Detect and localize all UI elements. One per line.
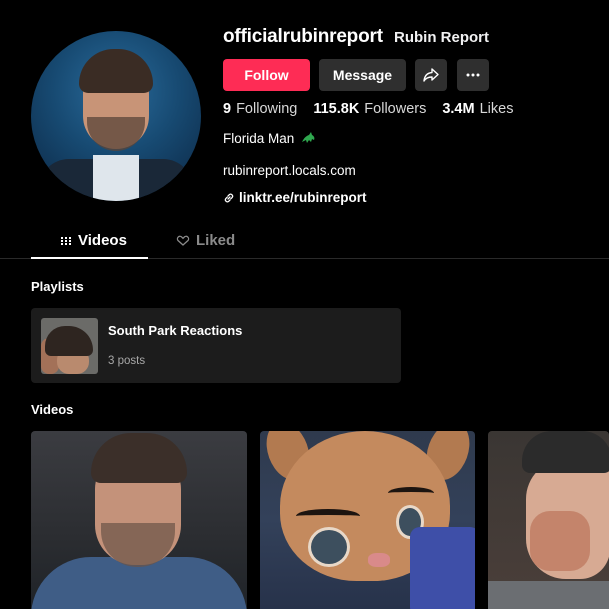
link-text: linktr.ee/rubinreport <box>239 190 367 205</box>
stat-value: 3.4M <box>442 101 475 117</box>
profile-avatar[interactable] <box>31 31 201 201</box>
more-horizontal-icon <box>466 73 480 77</box>
video-thumbnail[interactable] <box>488 431 609 609</box>
stat-value: 115.8K <box>313 101 360 117</box>
stat-followers[interactable]: 115.8K Followers <box>313 101 426 117</box>
stat-likes: 3.4M Likes <box>442 101 513 117</box>
stat-label: Likes <box>479 101 514 117</box>
stat-following[interactable]: 9 Following <box>223 101 297 117</box>
share-icon <box>423 68 439 82</box>
share-button[interactable] <box>415 59 447 91</box>
profile-tabs: Videos Liked <box>0 226 609 259</box>
profile-stats: 9 Following 115.8K Followers 3.4M Likes <box>223 101 529 117</box>
profile-nickname: Rubin Report <box>394 29 489 46</box>
message-button[interactable]: Message <box>319 59 406 91</box>
playlist-card[interactable]: South Park Reactions 3 posts <box>31 308 401 383</box>
active-tab-indicator <box>31 257 148 259</box>
stat-label: Following <box>236 101 298 117</box>
stat-label: Followers <box>364 101 427 117</box>
link-icon <box>224 193 234 202</box>
playlists-heading: Playlists <box>31 279 84 294</box>
tab-videos-label: Videos <box>78 232 127 249</box>
videos-heading: Videos <box>31 402 74 417</box>
more-options-button[interactable] <box>457 59 489 91</box>
profile-username: officialrubinreport <box>223 26 383 47</box>
tab-videos[interactable]: Videos <box>60 232 127 249</box>
tab-liked[interactable]: Liked <box>176 232 235 249</box>
tab-liked-label: Liked <box>196 232 236 249</box>
grid-icon <box>61 236 71 245</box>
follow-button[interactable]: Follow <box>223 59 310 91</box>
bio-text: Florida Man <box>223 130 295 146</box>
stat-value: 9 <box>223 101 232 117</box>
alligator-icon <box>302 132 315 143</box>
video-thumbnail[interactable] <box>31 431 247 609</box>
profile-bio: Florida Man <box>223 130 316 146</box>
profile-website[interactable]: rubinreport.locals.com <box>223 163 356 178</box>
profile-link[interactable]: linktr.ee/rubinreport <box>223 190 367 205</box>
playlist-thumbnail <box>41 318 98 374</box>
heart-lock-icon <box>176 235 190 246</box>
video-thumbnail[interactable] <box>260 431 475 609</box>
playlist-post-count: 3 posts <box>108 355 146 367</box>
playlist-name: South Park Reactions <box>108 323 243 338</box>
